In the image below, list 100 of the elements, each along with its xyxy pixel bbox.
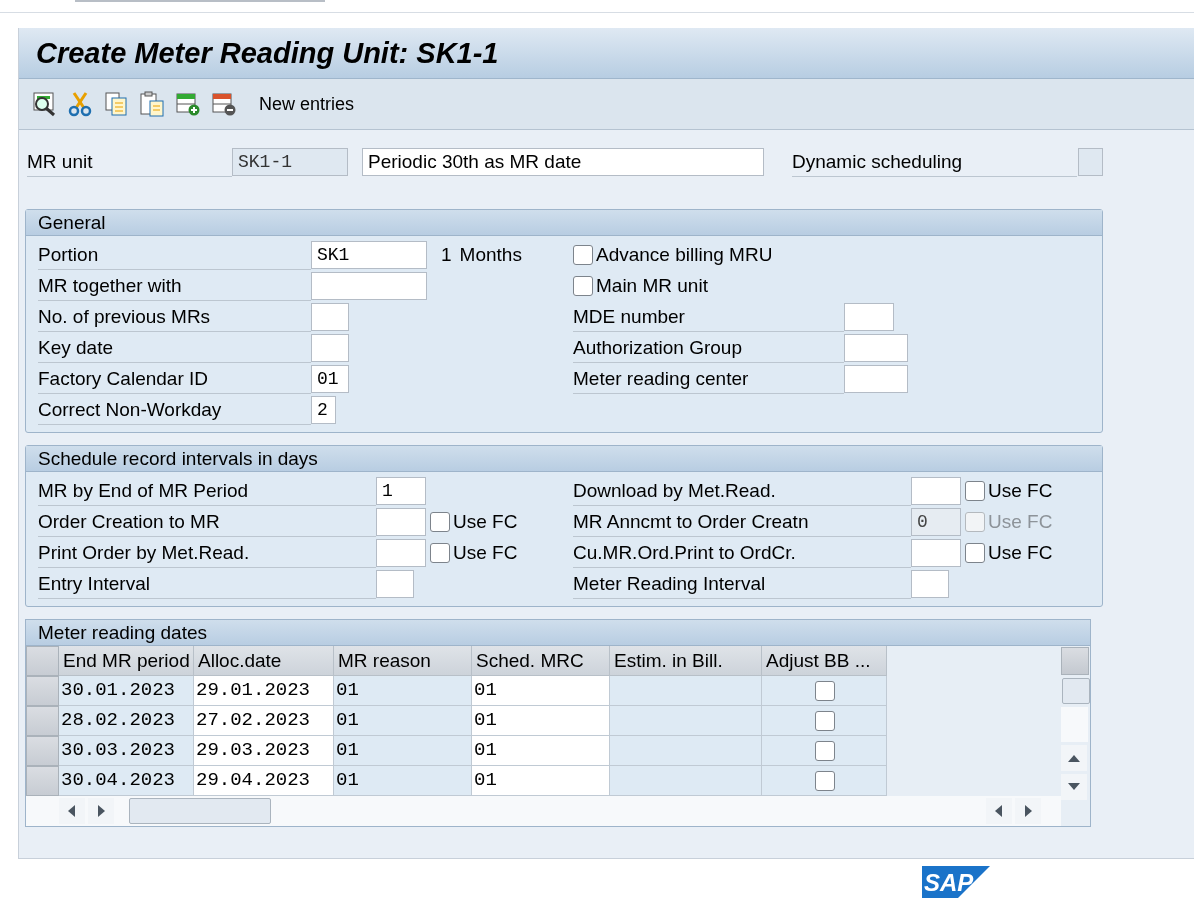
checkbox-label: Use FC bbox=[453, 541, 518, 564]
field-label: Cu.MR.Ord.Print to OrdCr. bbox=[573, 537, 911, 568]
field-label: Meter reading center bbox=[573, 363, 844, 394]
field-label: Download by Met.Read. bbox=[573, 475, 911, 506]
column-header[interactable]: MR reason bbox=[334, 646, 472, 676]
use-fc-checkbox[interactable] bbox=[430, 511, 450, 532]
right-arrow-icon bbox=[1024, 805, 1032, 817]
table-cell[interactable]: 29.03.2023 bbox=[194, 736, 334, 766]
vertical-scroll-thumb[interactable] bbox=[1062, 678, 1090, 704]
input-field[interactable]: 2 bbox=[311, 395, 336, 424]
scroll-up-button[interactable] bbox=[1061, 745, 1087, 771]
input-field[interactable]: SK1 bbox=[311, 240, 427, 269]
input-field[interactable] bbox=[311, 271, 427, 300]
adjust-bb-checkbox[interactable] bbox=[815, 710, 835, 731]
checkbox[interactable] bbox=[573, 275, 593, 296]
scroll-right-button[interactable] bbox=[88, 798, 114, 824]
checkbox-label: Use FC bbox=[988, 510, 1053, 533]
input-field: 0 bbox=[911, 507, 961, 536]
use-fc-checkbox[interactable] bbox=[965, 480, 985, 501]
field-label: Authorization Group bbox=[573, 332, 844, 363]
select-all-button[interactable] bbox=[26, 646, 59, 676]
input-field[interactable] bbox=[911, 569, 949, 598]
input-field[interactable] bbox=[311, 302, 349, 331]
horizontal-scroll-thumb[interactable] bbox=[129, 798, 271, 824]
column-settings-button[interactable] bbox=[1061, 647, 1089, 675]
table-cell: 01 bbox=[334, 766, 472, 796]
input-field[interactable] bbox=[376, 569, 414, 598]
adjust-bb-checkbox[interactable] bbox=[815, 680, 835, 701]
input-field[interactable] bbox=[376, 538, 426, 567]
table-cell[interactable]: 01 bbox=[472, 676, 610, 706]
mr-unit-field: SK1-1 bbox=[232, 148, 348, 176]
row-selector[interactable] bbox=[26, 706, 59, 736]
checkbox-label: Use FC bbox=[988, 479, 1053, 502]
table-cell: 28.02.2023 bbox=[59, 706, 194, 736]
field-label: MR Anncmt to Order Creatn bbox=[573, 506, 911, 537]
new-entries-button[interactable]: New entries bbox=[259, 93, 355, 115]
copy-icon[interactable] bbox=[103, 91, 129, 117]
add-row-icon[interactable] bbox=[175, 91, 201, 117]
use-fc-checkbox[interactable] bbox=[430, 542, 450, 563]
field-label: Entry Interval bbox=[38, 568, 376, 599]
input-field[interactable] bbox=[911, 476, 961, 505]
field-label: MDE number bbox=[573, 301, 844, 332]
up-arrow-icon bbox=[1068, 754, 1080, 762]
table-cell: 30.01.2023 bbox=[59, 676, 194, 706]
row-selector[interactable] bbox=[26, 676, 59, 706]
paste-icon[interactable] bbox=[139, 91, 165, 117]
magnifier-icon[interactable] bbox=[31, 91, 57, 117]
table-title: Meter reading dates bbox=[26, 620, 1090, 646]
table-cell[interactable]: 01 bbox=[472, 706, 610, 736]
left-arrow-icon bbox=[995, 805, 1003, 817]
field-label: MR by End of MR Period bbox=[38, 475, 376, 506]
period-unit: Months bbox=[459, 243, 522, 266]
input-field[interactable] bbox=[311, 333, 349, 362]
window-title: Create Meter Reading Unit: SK1-1 bbox=[36, 36, 499, 70]
input-field[interactable] bbox=[844, 302, 894, 331]
table-cell: 01 bbox=[334, 706, 472, 736]
down-arrow-icon bbox=[1068, 783, 1080, 791]
logo: SAP bbox=[922, 866, 990, 898]
input-field[interactable]: 1 bbox=[376, 476, 426, 505]
row-selector[interactable] bbox=[26, 736, 59, 766]
table-cell: 01 bbox=[334, 676, 472, 706]
scissors-icon[interactable] bbox=[67, 91, 93, 117]
column-header[interactable]: Adjust BB ... bbox=[762, 646, 887, 676]
table-cell[interactable]: 29.01.2023 bbox=[194, 676, 334, 706]
column-header[interactable]: End MR period bbox=[59, 646, 194, 676]
field-label: Order Creation to MR bbox=[38, 506, 376, 537]
field-label: Print Order by Met.Read. bbox=[38, 537, 376, 568]
scroll-left-button[interactable] bbox=[986, 798, 1012, 824]
input-field[interactable] bbox=[376, 507, 426, 536]
input-field[interactable] bbox=[844, 364, 908, 393]
table-cell[interactable]: 27.02.2023 bbox=[194, 706, 334, 736]
table-cell: 30.03.2023 bbox=[59, 736, 194, 766]
dynamic-scheduling-checkbox[interactable] bbox=[1078, 148, 1103, 176]
field-label: Meter Reading Interval bbox=[573, 568, 911, 599]
remove-row-icon[interactable] bbox=[211, 91, 237, 117]
field-label: Key date bbox=[38, 332, 311, 363]
field-label: MR together with bbox=[38, 270, 311, 301]
scroll-left-button[interactable] bbox=[59, 798, 85, 824]
adjust-bb-checkbox[interactable] bbox=[815, 770, 835, 791]
table-cell[interactable]: 29.04.2023 bbox=[194, 766, 334, 796]
description-field[interactable]: Periodic 30th as MR date bbox=[362, 148, 764, 176]
left-arrow-icon bbox=[68, 805, 76, 817]
input-field[interactable]: 01 bbox=[311, 364, 349, 393]
input-field[interactable] bbox=[844, 333, 908, 362]
checkbox-label: Main MR unit bbox=[596, 274, 708, 297]
column-header[interactable]: Sched. MRC bbox=[472, 646, 610, 676]
scroll-right-button[interactable] bbox=[1015, 798, 1041, 824]
table-cell: 30.04.2023 bbox=[59, 766, 194, 796]
column-header[interactable]: Estim. in Bill. bbox=[610, 646, 762, 676]
checkbox[interactable] bbox=[573, 244, 593, 265]
adjust-bb-checkbox[interactable] bbox=[815, 740, 835, 761]
field-label: Factory Calendar ID bbox=[38, 363, 311, 394]
right-arrow-icon bbox=[97, 805, 105, 817]
scroll-down-button[interactable] bbox=[1061, 774, 1087, 800]
input-field[interactable] bbox=[911, 538, 961, 567]
column-header[interactable]: Alloc.date bbox=[194, 646, 334, 676]
use-fc-checkbox[interactable] bbox=[965, 542, 985, 563]
table-cell[interactable]: 01 bbox=[472, 736, 610, 766]
period-number: 1 bbox=[441, 243, 452, 266]
table-cell[interactable]: 01 bbox=[472, 766, 610, 796]
